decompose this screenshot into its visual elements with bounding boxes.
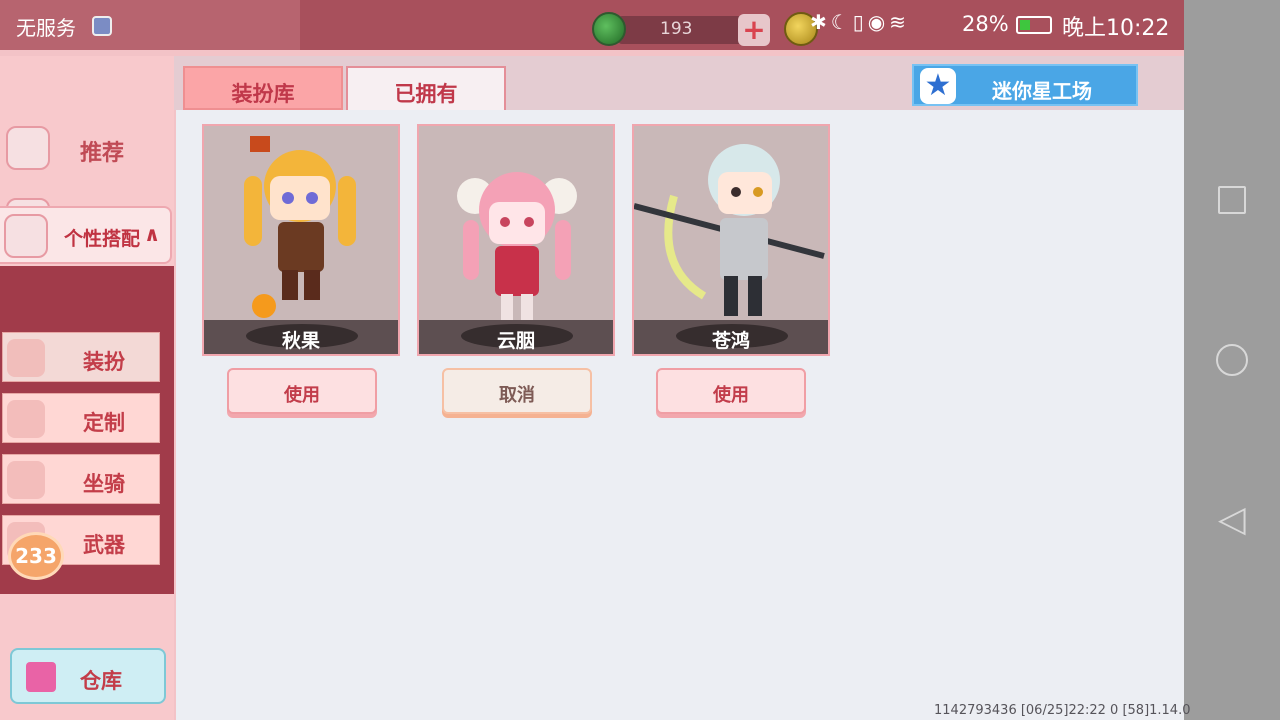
battery-icon bbox=[1016, 16, 1052, 34]
star-icon: ★ bbox=[920, 68, 956, 104]
button-label: 取消 bbox=[499, 385, 535, 406]
shield-icon bbox=[92, 16, 112, 36]
battery-percent: 28% bbox=[962, 12, 1009, 36]
skin-card[interactable]: 苍鸿 bbox=[632, 124, 830, 356]
gem-icon bbox=[592, 12, 626, 46]
use-button[interactable]: 使用 bbox=[227, 368, 377, 414]
card-name-bar: 苍鸿 bbox=[634, 320, 828, 354]
warehouse-button[interactable]: 仓库 bbox=[10, 648, 166, 704]
card-name-bar: 秋果 bbox=[204, 320, 398, 354]
recent-apps-icon[interactable] bbox=[1218, 186, 1246, 214]
floating-badge[interactable]: 233 bbox=[8, 532, 64, 580]
button-label: 使用 bbox=[713, 385, 749, 406]
sidebar-item-label: 个性搭配 bbox=[64, 228, 141, 250]
workshop-label: 迷你星工场 bbox=[992, 79, 1092, 103]
character-portrait bbox=[633, 126, 828, 324]
clock: 晚上10:22 bbox=[1062, 16, 1170, 41]
use-button[interactable]: 使用 bbox=[656, 368, 806, 414]
pencil-icon bbox=[7, 400, 45, 438]
sub-item-label: 定制 bbox=[83, 411, 125, 435]
sub-item-label: 武器 bbox=[83, 533, 125, 557]
tab-label: 已拥有 bbox=[394, 82, 458, 106]
tab-wardrobe[interactable]: 装扮库 bbox=[183, 66, 343, 110]
sub-item-mount[interactable]: 坐骑 bbox=[2, 454, 160, 504]
sub-item-outfit[interactable]: 装扮 bbox=[2, 332, 160, 382]
gem-count: 193 bbox=[660, 19, 693, 39]
skin-card[interactable]: 秋果 bbox=[202, 124, 400, 356]
add-gem-button[interactable]: + bbox=[738, 14, 770, 46]
workshop-button[interactable]: ★ 迷你星工场 bbox=[912, 64, 1138, 106]
card-name-bar: 云胭 bbox=[419, 320, 613, 354]
sidebar-item-label: 推荐 bbox=[80, 141, 125, 166]
chevron-up-icon: ∧ bbox=[144, 222, 161, 246]
skin-card[interactable]: 云胭 bbox=[417, 124, 615, 356]
character-portrait bbox=[204, 126, 398, 324]
system-status-icons: ✱☾▯◉≋ bbox=[810, 10, 910, 34]
warehouse-icon bbox=[26, 662, 56, 692]
sub-item-custom[interactable]: 定制 bbox=[2, 393, 160, 443]
card-name: 云胭 bbox=[496, 330, 535, 352]
tab-owned[interactable]: 已拥有 bbox=[346, 66, 506, 112]
home-icon[interactable] bbox=[1216, 344, 1248, 376]
tab-label: 装扮库 bbox=[231, 82, 295, 106]
card-name: 苍鸿 bbox=[711, 330, 750, 352]
character-portrait bbox=[419, 126, 613, 324]
button-label: 使用 bbox=[284, 385, 320, 406]
thumbs-up-icon bbox=[6, 126, 50, 170]
warehouse-label: 仓库 bbox=[80, 669, 122, 693]
sidebar-item-personal-style[interactable]: 个性搭配 ∧ bbox=[0, 206, 172, 264]
mount-icon bbox=[7, 461, 45, 499]
back-icon[interactable]: ◁ bbox=[1218, 500, 1246, 540]
sidebar-item-recommend[interactable]: 推荐 bbox=[0, 116, 174, 180]
shirt-icon bbox=[7, 339, 45, 377]
cancel-button[interactable]: 取消 bbox=[442, 368, 592, 414]
carrier-status: 无服务 bbox=[16, 16, 76, 40]
version-info: 1142793436 [06/25]22:22 0 [58]1.14.0 bbox=[934, 703, 1191, 718]
sub-item-label: 坐骑 bbox=[83, 472, 125, 496]
card-name: 秋果 bbox=[281, 330, 320, 352]
sub-item-label: 装扮 bbox=[83, 350, 125, 374]
flower-icon bbox=[4, 214, 48, 258]
